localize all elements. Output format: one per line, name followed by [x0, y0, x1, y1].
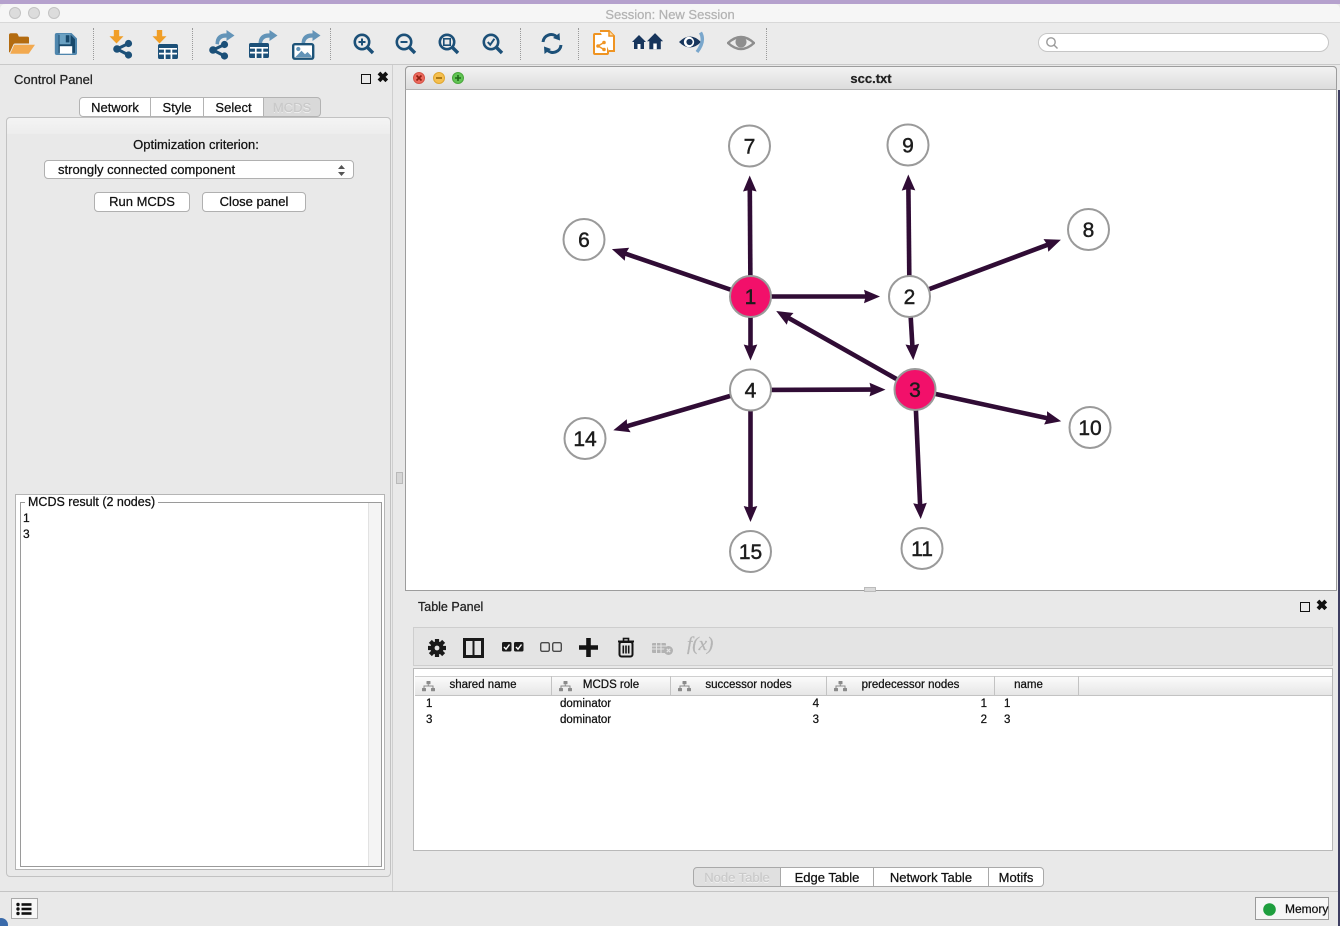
svg-text:3: 3: [909, 379, 921, 402]
svg-text:7: 7: [744, 136, 756, 159]
svg-text:10: 10: [1078, 417, 1101, 440]
svg-text:14: 14: [573, 428, 597, 451]
svg-text:4: 4: [745, 380, 757, 403]
svg-text:9: 9: [902, 135, 914, 158]
svg-text:6: 6: [578, 229, 590, 252]
svg-text:15: 15: [739, 541, 762, 564]
svg-text:11: 11: [911, 538, 933, 561]
svg-text:2: 2: [904, 286, 916, 309]
svg-text:8: 8: [1083, 219, 1095, 242]
svg-text:1: 1: [745, 286, 757, 309]
